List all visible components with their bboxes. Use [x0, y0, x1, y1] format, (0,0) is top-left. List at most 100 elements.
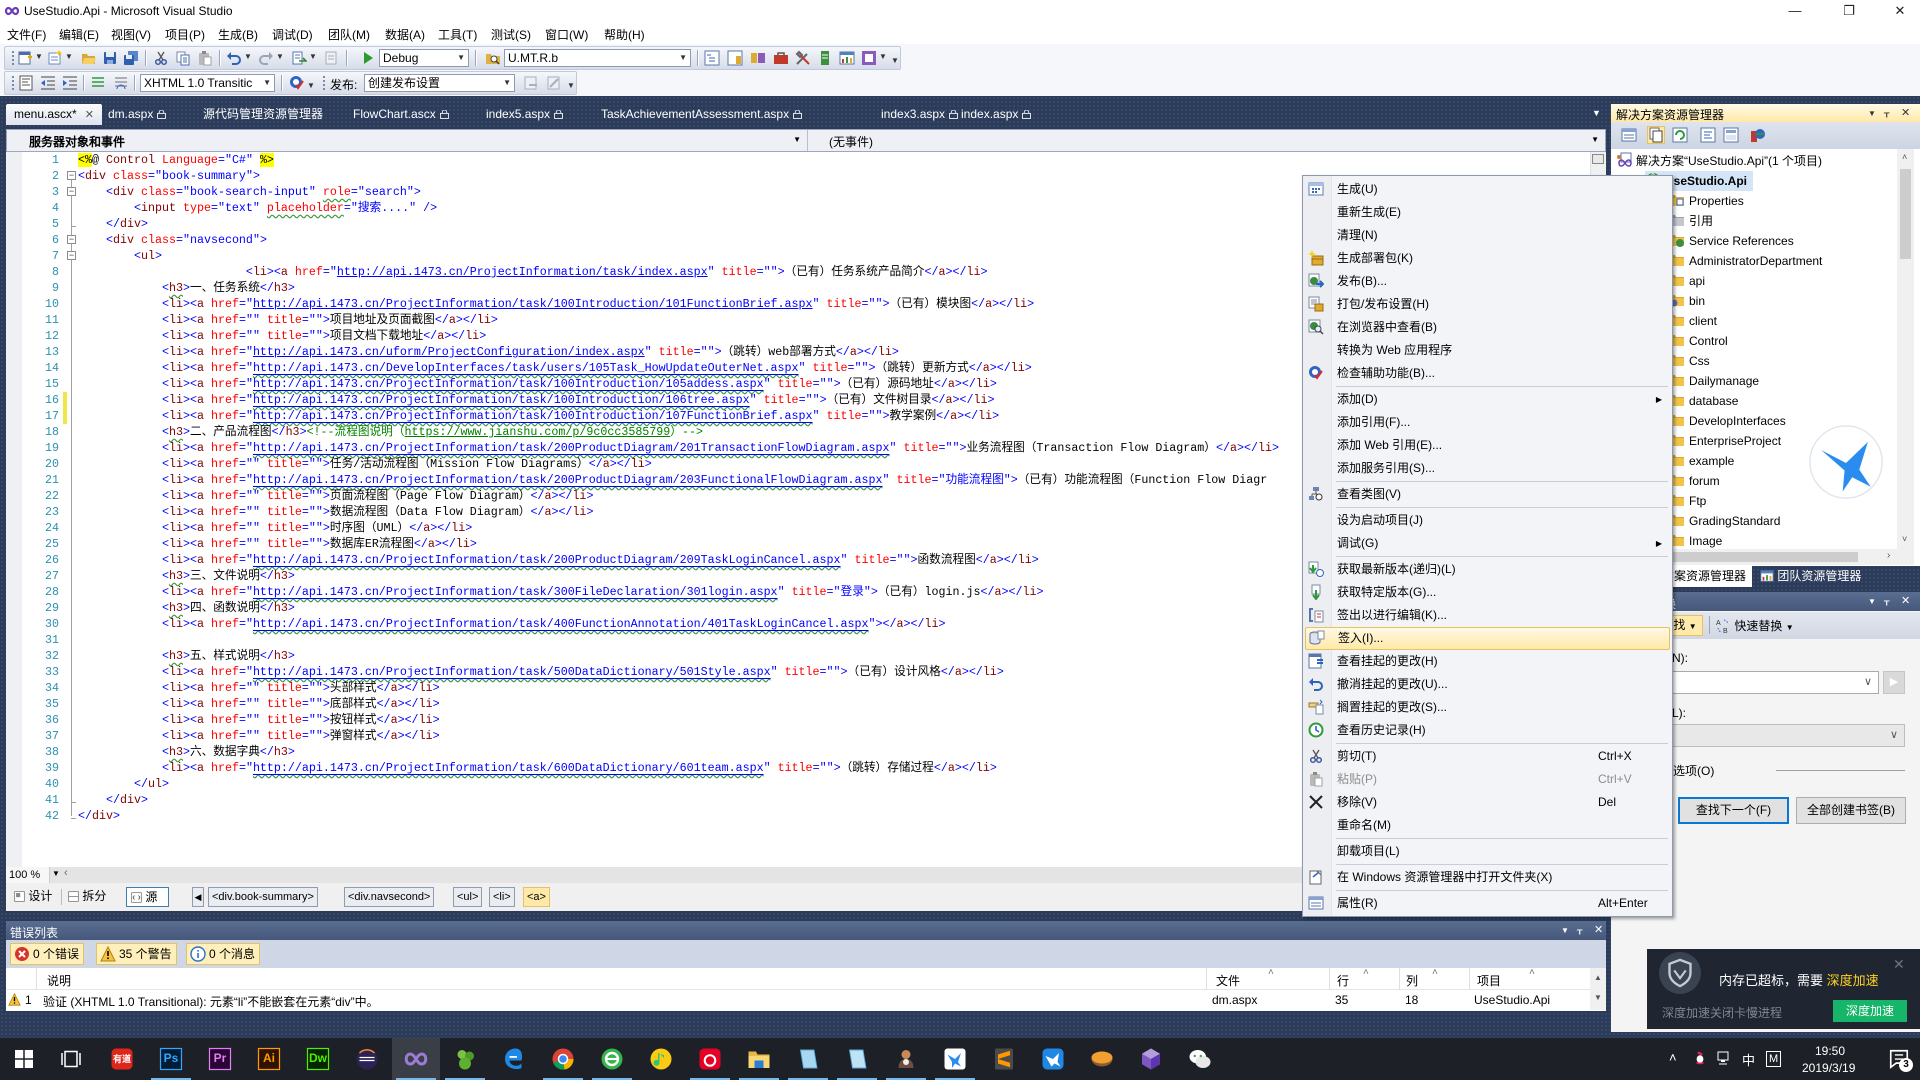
- object-browser-icon[interactable]: [750, 50, 766, 66]
- code-line[interactable]: <input type="text" placeholder="搜索...." …: [78, 200, 437, 216]
- pin-icon[interactable]: ᚁ: [1884, 106, 1889, 119]
- refresh-icon[interactable]: [1672, 127, 1688, 143]
- accessibility-check-icon[interactable]: [289, 75, 305, 91]
- open-file-icon[interactable]: [81, 50, 97, 66]
- scroll-left-icon[interactable]: ‹: [64, 867, 68, 879]
- show-all-files-icon[interactable]: [1647, 126, 1665, 144]
- code-line[interactable]: <li><a href="" title="">页面流程图（Page Flow …: [78, 488, 593, 504]
- tree-item[interactable]: bin: [1669, 291, 1705, 311]
- solution-node[interactable]: 解决方案“UseStudio.Api”(1 个项目): [1616, 151, 1822, 171]
- tabs-overflow-dropdown-icon[interactable]: ▼: [1592, 108, 1601, 118]
- zoom-dropdown-icon[interactable]: ▼: [52, 869, 60, 878]
- scroll-right-icon[interactable]: ›: [1887, 550, 1890, 561]
- code-line[interactable]: <li><a href="http://api.1473.cn/ProjectI…: [78, 616, 946, 632]
- menu-item[interactable]: 添加引用(F)...: [1303, 411, 1672, 434]
- menu-item[interactable]: 调试(G) ▶: [1303, 532, 1672, 555]
- code-line[interactable]: <h3>五、样式说明</h3>: [78, 648, 295, 664]
- uncomment-icon[interactable]: [113, 75, 129, 91]
- tree-item[interactable]: database: [1669, 391, 1738, 411]
- menu-item[interactable]: 打包/发布设置(H): [1303, 293, 1672, 316]
- solution-configuration-select[interactable]: Debug ▼: [379, 49, 469, 67]
- code-line[interactable]: <li><a href="http://api.1473.cn/uform/Pr…: [78, 344, 899, 360]
- add-item-icon[interactable]: [47, 50, 63, 66]
- menu-item[interactable]: 清理(N): [1303, 224, 1672, 247]
- add-item-dropdown-icon[interactable]: ▼: [65, 52, 73, 61]
- menu-item[interactable]: 剪切(T) Ctrl+X: [1303, 745, 1672, 768]
- taskbar-app[interactable]: [882, 1038, 930, 1080]
- tab-document[interactable]: dm.aspx: [100, 104, 174, 125]
- properties-window-icon[interactable]: [727, 50, 743, 66]
- taskbar-app[interactable]: [1127, 1038, 1175, 1080]
- view-designer-icon[interactable]: [1723, 127, 1739, 143]
- view-code-icon[interactable]: [1700, 127, 1716, 143]
- server-explorer-icon[interactable]: [817, 50, 833, 66]
- menu-item[interactable]: 搁置挂起的更改(S)...: [1303, 696, 1672, 719]
- clock-time[interactable]: 19:50: [1815, 1044, 1845, 1058]
- code-line[interactable]: <li><a href="" title="">项目地址及页面截图</a></l…: [78, 312, 498, 328]
- menu-item[interactable]: 撤消挂起的更改(U)...: [1303, 673, 1672, 696]
- close-icon[interactable]: ✕: [1901, 106, 1910, 119]
- collapse-toggle-icon[interactable]: −: [67, 251, 76, 260]
- event-dropdown[interactable]: (无事件) ▼: [809, 130, 1605, 151]
- pin-icon[interactable]: ᚁ: [1884, 594, 1889, 607]
- menu-project[interactable]: 项目(P): [165, 26, 205, 43]
- column-project[interactable]: 项目: [1477, 972, 1501, 989]
- network-icon[interactable]: [1716, 1050, 1732, 1066]
- publish-web-icon[interactable]: [523, 75, 539, 91]
- scroll-down-icon[interactable]: ˅: [1902, 534, 1907, 544]
- menu-item[interactable]: 检查辅助功能(B)...: [1303, 362, 1672, 385]
- taskbar-app[interactable]: [1029, 1038, 1077, 1080]
- taskbar-app[interactable]: [931, 1038, 979, 1080]
- menu-item[interactable]: 移除(V) Del: [1303, 791, 1672, 814]
- code-line[interactable]: <li><a href="http://api.1473.cn/ProjectI…: [78, 584, 1044, 600]
- redo-icon[interactable]: [258, 50, 274, 66]
- quick-replace-button[interactable]: AB 快速替换 ▼: [1715, 617, 1794, 634]
- taskbar-app[interactable]: Pr: [196, 1038, 244, 1080]
- tab-document[interactable]: menu.ascx* ✕: [6, 104, 102, 125]
- taskbar-app[interactable]: Ps: [147, 1038, 195, 1080]
- toolbar-overflow-icon[interactable]: ▼: [891, 56, 899, 65]
- menu-team[interactable]: 团队(M): [328, 26, 370, 43]
- code-line[interactable]: <li><a href="" title="">数据库ER流程图</a></li…: [78, 536, 477, 552]
- column-line[interactable]: 行: [1337, 972, 1349, 989]
- cut-icon[interactable]: [153, 50, 169, 66]
- messages-filter-toggle[interactable]: 0 个消息: [186, 943, 261, 965]
- taskbar-app[interactable]: Ai: [245, 1038, 293, 1080]
- taskbar-app[interactable]: [784, 1038, 832, 1080]
- code-line[interactable]: <h3>六、数据字典</h3>: [78, 744, 295, 760]
- breadcrumb-current-item[interactable]: <a>: [523, 887, 550, 907]
- menu-item[interactable]: 设为启动项目(J): [1303, 509, 1672, 532]
- collapse-toggle-icon[interactable]: −: [67, 187, 76, 196]
- column-file[interactable]: 文件: [1216, 972, 1240, 989]
- tree-item[interactable]: Dailymanage: [1669, 371, 1759, 391]
- breadcrumb-item[interactable]: <li>: [489, 887, 515, 907]
- code-line[interactable]: <li><a href="http://api.1473.cn/ProjectI…: [78, 296, 1034, 312]
- code-line[interactable]: </div>: [78, 216, 148, 232]
- code-line[interactable]: <div class="navsecond">: [78, 232, 267, 248]
- taskbar-app[interactable]: [735, 1038, 783, 1080]
- window-position-dropdown-icon[interactable]: ▼: [1868, 109, 1876, 118]
- collapse-toggle-icon[interactable]: −: [67, 235, 76, 244]
- tree-item[interactable]: Ftp: [1669, 491, 1706, 511]
- tree-item[interactable]: Control: [1669, 331, 1728, 351]
- code-line[interactable]: <li><a href="" title="">头部样式</a></li>: [78, 680, 440, 696]
- copy-icon[interactable]: [175, 50, 191, 66]
- menu-item[interactable]: 添加(D) ▶: [1303, 388, 1672, 411]
- tree-item[interactable]: Service References: [1669, 231, 1794, 251]
- undo-icon[interactable]: [226, 50, 242, 66]
- save-icon[interactable]: [102, 50, 118, 66]
- navigate-dropdown-icon[interactable]: ▼: [309, 52, 317, 61]
- properties-icon[interactable]: [1621, 127, 1637, 143]
- find-in-files-icon[interactable]: [485, 50, 501, 66]
- window-position-dropdown-icon[interactable]: ▼: [1868, 597, 1876, 606]
- menu-edit[interactable]: 编辑(E): [59, 26, 99, 43]
- publish-settings-icon[interactable]: [546, 75, 562, 91]
- menu-item[interactable]: 添加 Web 引用(E)...: [1303, 434, 1672, 457]
- new-project-icon[interactable]: [17, 50, 33, 66]
- taskbar-app[interactable]: [833, 1038, 881, 1080]
- code-line[interactable]: <li><a href="http://api.1473.cn/ProjectI…: [78, 472, 1267, 488]
- taskbar-app[interactable]: [637, 1038, 685, 1080]
- code-line[interactable]: <%@ Control Language="C#" %>: [78, 152, 274, 168]
- tree-item[interactable]: AdministratorDepartment: [1669, 251, 1822, 271]
- code-line[interactable]: <li><a href="http://api.1473.cn/ProjectI…: [78, 264, 988, 280]
